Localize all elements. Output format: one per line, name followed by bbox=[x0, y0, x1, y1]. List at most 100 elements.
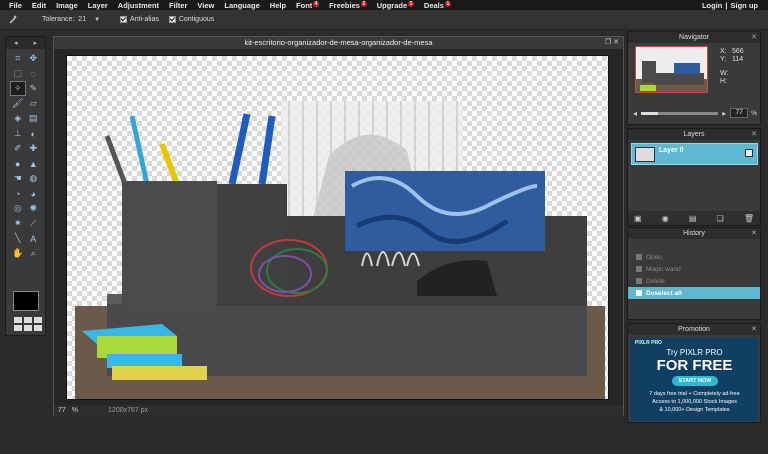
maximize-icon[interactable]: ❐ bbox=[605, 39, 611, 46]
navigator-close-icon[interactable]: ✕ bbox=[751, 32, 757, 43]
menu-help[interactable]: Help bbox=[270, 1, 286, 10]
navigator-thumbnail[interactable] bbox=[635, 46, 708, 93]
zoom-icon[interactable]: ⌕ bbox=[26, 246, 42, 261]
canvas-title-bar[interactable]: kit-escritorio-organizador-de-mesa-organ… bbox=[54, 37, 623, 49]
toolbox: ◂ ▸ ⌗ ✥ ⬚ ◌ ✧ ✎ 🖌 ▱ ◈ ▤ ⊥ ◐ ✐ ✚ ● ▲ ☚ ◍ ◔ ◕ ◎ ✺ ✷ ⟋ ╲ A ✋ ⌕ bbox=[5, 36, 46, 336]
menu-deals[interactable]: Deals 1 bbox=[424, 0, 451, 10]
pens bbox=[104, 113, 276, 186]
promo-big-text: FOR FREE bbox=[656, 357, 733, 374]
spot-heal-icon[interactable]: ✚ bbox=[26, 141, 42, 156]
navigator-title-bar[interactable]: Navigator ✕ bbox=[628, 32, 760, 43]
tolerance-dropdown-icon[interactable]: ▼ bbox=[94, 17, 100, 23]
dodge-icon[interactable]: ◔ bbox=[10, 186, 26, 201]
zoom-slider[interactable] bbox=[641, 111, 719, 115]
primary-color-swatch[interactable] bbox=[13, 291, 39, 311]
document-canvas[interactable] bbox=[66, 55, 609, 400]
promotion-close-icon[interactable]: ✕ bbox=[751, 324, 757, 335]
signup-link[interactable]: Sign up bbox=[731, 1, 759, 10]
contiguous-checkbox[interactable] bbox=[168, 16, 176, 23]
promotion-panel: Promotion ✕ PIXLR PRO Try PIXLR PRO FOR F… bbox=[627, 323, 761, 423]
menu-adjustment[interactable]: Adjustment bbox=[118, 1, 159, 10]
sponge-icon[interactable]: ◍ bbox=[26, 171, 42, 186]
redeye-icon[interactable]: ◎ bbox=[10, 201, 26, 216]
move-icon[interactable]: ✥ bbox=[26, 51, 42, 66]
bloat-icon[interactable]: ✺ bbox=[26, 201, 42, 216]
history-item-active[interactable]: Deselect all bbox=[628, 287, 760, 299]
picker-icon[interactable]: ⟋ bbox=[26, 216, 42, 231]
menu-layer[interactable]: Layer bbox=[88, 1, 108, 10]
zoom-out-icon[interactable]: ◂ bbox=[633, 109, 637, 118]
layer-visibility-checkbox[interactable] bbox=[745, 149, 753, 157]
menu-edit[interactable]: Edit bbox=[32, 1, 46, 10]
promo-details: 7 days free trial + Completely ad-free A… bbox=[649, 391, 740, 413]
antialias-option[interactable]: Anti-alias bbox=[120, 16, 159, 23]
toolbox-header[interactable]: ◂ ▸ bbox=[6, 37, 45, 49]
bucket-icon[interactable]: ◈ bbox=[10, 111, 26, 126]
close-icon[interactable]: ✕ bbox=[613, 39, 619, 46]
history-item[interactable]: Open bbox=[628, 251, 760, 263]
navigator-title: Navigator bbox=[679, 34, 709, 41]
history-item[interactable]: Delete bbox=[628, 275, 760, 287]
canvas-status-bar: 77 % 1200x767 px bbox=[54, 405, 623, 416]
smudge-icon[interactable]: ☚ bbox=[10, 171, 26, 186]
menu-font[interactable]: Font 4 bbox=[296, 0, 320, 10]
lasso-icon[interactable]: ◌ bbox=[26, 66, 42, 81]
promotion-title-bar[interactable]: Promotion ✕ bbox=[628, 324, 760, 335]
promo-brand: PIXLR PRO bbox=[635, 340, 662, 346]
login-link[interactable]: Login bbox=[702, 1, 722, 10]
zoom-input[interactable]: 77 bbox=[730, 108, 749, 118]
brush-icon[interactable]: 🖌 bbox=[10, 96, 26, 111]
antialias-checkbox[interactable] bbox=[120, 16, 128, 23]
drawing-icon[interactable]: ✐ bbox=[10, 141, 26, 156]
layers-panel: Layers ✕ Layer 0 ▣ ◉ ▤ ❏ 🗑 bbox=[627, 128, 761, 226]
eraser-icon[interactable]: ▱ bbox=[26, 96, 42, 111]
layers-title-bar[interactable]: Layers ✕ bbox=[628, 129, 760, 140]
colorreplace-icon[interactable]: ◐ bbox=[26, 126, 42, 141]
menu-image[interactable]: Image bbox=[56, 1, 78, 10]
color-grid-icon[interactable] bbox=[14, 317, 42, 331]
zoom-in-icon[interactable]: ▸ bbox=[722, 109, 726, 118]
layer-row[interactable]: Layer 0 bbox=[631, 143, 758, 165]
menu-upgrade[interactable]: Upgrade 1 bbox=[377, 0, 414, 10]
window-controls: ❐ ✕ bbox=[605, 37, 619, 49]
antialias-label: Anti-alias bbox=[130, 16, 159, 23]
marquee-icon[interactable]: ⬚ bbox=[10, 66, 26, 81]
zoom-value[interactable]: 77 bbox=[58, 407, 66, 414]
history-item[interactable]: Magic wand bbox=[628, 263, 760, 275]
collapse-right-icon[interactable]: ▸ bbox=[33, 39, 37, 47]
contiguous-label: Contiguous bbox=[178, 16, 215, 23]
promo-banner[interactable]: PIXLR PRO Try PIXLR PRO FOR FREE START N… bbox=[631, 338, 758, 421]
delete-layer-icon[interactable]: 🗑 bbox=[744, 214, 754, 223]
wand-icon[interactable]: ✧ bbox=[10, 81, 26, 96]
collapse-left-icon[interactable]: ◂ bbox=[14, 39, 18, 47]
menu-view[interactable]: View bbox=[197, 1, 214, 10]
tolerance-value[interactable]: 21 bbox=[78, 16, 86, 23]
menu-filter[interactable]: Filter bbox=[169, 1, 187, 10]
pencil-icon[interactable]: ✎ bbox=[26, 81, 42, 96]
layer-mask-icon[interactable]: ◉ bbox=[662, 214, 669, 223]
upgrade-badge: 1 bbox=[408, 0, 414, 7]
text-icon[interactable]: A bbox=[26, 231, 42, 246]
new-layer-icon[interactable]: ❏ bbox=[717, 214, 724, 223]
blur-icon[interactable]: ● bbox=[10, 156, 26, 171]
burn-icon[interactable]: ◕ bbox=[26, 186, 42, 201]
hand-icon[interactable]: ✋ bbox=[10, 246, 26, 261]
history-close-icon[interactable]: ✕ bbox=[751, 228, 757, 239]
menu-file[interactable]: File bbox=[9, 1, 22, 10]
contiguous-option[interactable]: Contiguous bbox=[168, 16, 215, 23]
layer-style-icon[interactable]: ▤ bbox=[689, 214, 697, 223]
layers-close-icon[interactable]: ✕ bbox=[751, 129, 757, 140]
pinch-icon[interactable]: ✷ bbox=[10, 216, 26, 231]
crop-icon[interactable]: ⌗ bbox=[10, 51, 26, 66]
menu-freebies[interactable]: Freebies 2 bbox=[329, 0, 367, 10]
menu-language[interactable]: Language bbox=[224, 1, 259, 10]
promotion-title: Promotion bbox=[678, 326, 710, 333]
wand-icon[interactable] bbox=[8, 14, 20, 26]
start-now-button[interactable]: START NOW bbox=[672, 376, 718, 386]
gradient-icon[interactable]: ▤ bbox=[26, 111, 42, 126]
stamp-icon[interactable]: ⊥ bbox=[10, 126, 26, 141]
sharpen-icon[interactable]: ▲ bbox=[26, 156, 42, 171]
history-title-bar[interactable]: History ✕ bbox=[628, 228, 760, 239]
layer-settings-icon[interactable]: ▣ bbox=[634, 214, 642, 223]
line-icon[interactable]: ╲ bbox=[10, 231, 26, 246]
